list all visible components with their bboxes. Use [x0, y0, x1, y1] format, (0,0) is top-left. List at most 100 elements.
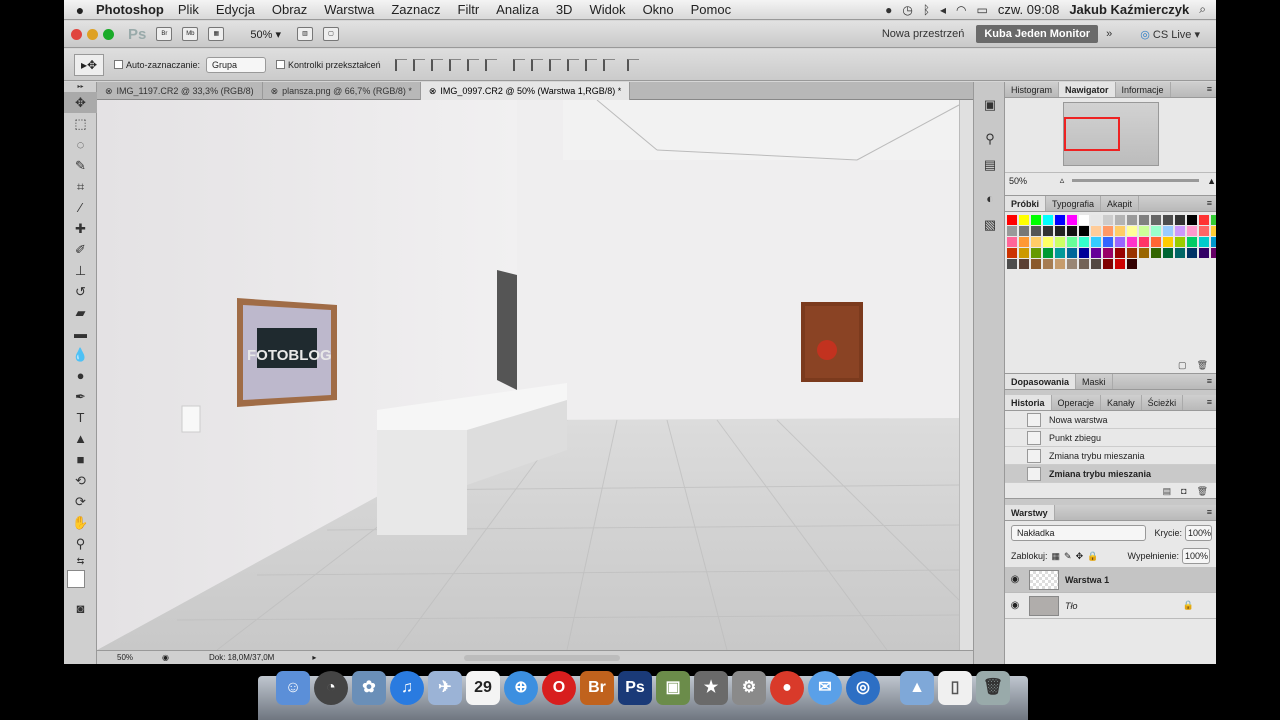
- new-swatch-icon[interactable]: ▢: [1178, 360, 1187, 371]
- swatch[interactable]: [1079, 226, 1089, 236]
- swatch[interactable]: [1007, 215, 1017, 225]
- swatch[interactable]: [1199, 248, 1209, 258]
- zoom-in-icon[interactable]: ▲: [1207, 176, 1216, 186]
- clock[interactable]: czw. 09:08: [998, 2, 1059, 17]
- swatch[interactable]: [1151, 248, 1161, 258]
- swatch[interactable]: [1007, 226, 1017, 236]
- swatch[interactable]: [1127, 259, 1137, 269]
- auto-align-layers-icon[interactable]: [626, 58, 639, 71]
- tab-layers[interactable]: Warstwy: [1005, 505, 1055, 520]
- close-tab-icon[interactable]: ⊗: [429, 86, 437, 96]
- type-tool-icon[interactable]: T: [64, 407, 97, 428]
- swatch[interactable]: [1187, 215, 1197, 225]
- image-capture-icon[interactable]: ▣: [656, 671, 690, 705]
- layer-row[interactable]: ◉ Warstwa 1: [1005, 567, 1216, 593]
- swatch[interactable]: [1103, 226, 1113, 236]
- doc-tab[interactable]: ⊗ plansza.png @ 66,7% (RGB/8) *: [263, 82, 421, 100]
- history-state[interactable]: Nowa warstwa: [1005, 411, 1216, 429]
- dodge-tool-icon[interactable]: ●: [64, 365, 97, 386]
- swatch[interactable]: [1175, 248, 1185, 258]
- launch-mini-bridge-button[interactable]: Mb: [182, 27, 199, 41]
- swatch[interactable]: [1007, 248, 1017, 258]
- distribute-top-icon[interactable]: [512, 58, 525, 71]
- tab-character[interactable]: Typografia: [1046, 196, 1102, 211]
- status-info-icon[interactable]: ◉: [162, 653, 169, 662]
- time-machine-icon[interactable]: ◷: [902, 3, 912, 17]
- rectangle-tool-icon[interactable]: ■: [64, 449, 97, 470]
- menu-file[interactable]: Plik: [178, 2, 199, 17]
- swatch[interactable]: [1127, 215, 1137, 225]
- blur-tool-icon[interactable]: 💧: [64, 344, 97, 365]
- canvas-vertical-scrollbar[interactable]: [959, 100, 973, 650]
- zoom-out-icon[interactable]: ▵: [1060, 175, 1065, 186]
- swatch[interactable]: [1067, 248, 1077, 258]
- align-bottom-icon[interactable]: [430, 58, 443, 71]
- history-state-current[interactable]: Zmiana trybu mieszania: [1005, 465, 1216, 483]
- tool-preset-picker[interactable]: ▸✥: [74, 53, 104, 76]
- menu-3d[interactable]: 3D: [556, 2, 573, 17]
- minimize-window-button[interactable]: [87, 28, 98, 40]
- workspace-more-button[interactable]: »: [1098, 25, 1120, 43]
- delete-swatch-icon[interactable]: 🗑: [1197, 360, 1208, 371]
- swatch[interactable]: [1031, 248, 1041, 258]
- swatch[interactable]: [1079, 248, 1089, 258]
- tab-actions[interactable]: Operacje: [1052, 395, 1102, 410]
- quick-mask-icon[interactable]: ◙: [64, 598, 97, 619]
- tab-history[interactable]: Historia: [1005, 395, 1052, 410]
- swatch[interactable]: [1163, 248, 1173, 258]
- swatch[interactable]: [1163, 237, 1173, 247]
- menu-view[interactable]: Widok: [589, 2, 625, 17]
- auto-select-checkbox[interactable]: [114, 60, 123, 69]
- eye-icon[interactable]: ◉: [1005, 600, 1025, 611]
- 3d-orbit-tool-icon[interactable]: ⟳: [64, 491, 97, 512]
- mail-icon[interactable]: ✉: [808, 671, 842, 705]
- navigator-zoom[interactable]: 50%: [1009, 176, 1060, 186]
- swatch[interactable]: [1139, 248, 1149, 258]
- system-preferences-icon[interactable]: ⚙: [732, 671, 766, 705]
- dashboard-icon[interactable]: ◔: [314, 671, 348, 705]
- swatch[interactable]: [1115, 226, 1125, 236]
- swatch[interactable]: [1139, 237, 1149, 247]
- new-document-from-state-icon[interactable]: ▤: [1163, 486, 1172, 497]
- toolbox-grip[interactable]: ▸▸: [64, 82, 97, 92]
- swatch[interactable]: [1175, 215, 1185, 225]
- view-extras-button[interactable]: ▦: [208, 27, 225, 41]
- swatch[interactable]: [1031, 226, 1041, 236]
- swatch[interactable]: [1163, 226, 1173, 236]
- healing-brush-tool-icon[interactable]: ✚: [64, 218, 97, 239]
- app-menu[interactable]: Photoshop: [96, 2, 164, 17]
- workspace-new-button[interactable]: Nowa przestrzeń: [874, 25, 973, 43]
- applications-folder-icon[interactable]: ▲: [900, 671, 934, 705]
- lock-all-icon[interactable]: 🔒: [1087, 551, 1098, 562]
- align-hcenter-icon[interactable]: [466, 58, 479, 71]
- align-vcenter-icon[interactable]: [412, 58, 425, 71]
- lock-position-icon[interactable]: ✥: [1076, 551, 1084, 562]
- opacity-input[interactable]: 100%: [1184, 525, 1212, 541]
- volume-icon[interactable]: ◂: [940, 3, 946, 17]
- distribute-right-icon[interactable]: [602, 58, 615, 71]
- user-name[interactable]: Jakub Kaźmierczyk: [1069, 2, 1189, 17]
- doc-tab-active[interactable]: ⊗ IMG_0997.CR2 @ 50% (Warstwa 1,RGB/8) *: [420, 82, 631, 100]
- panel-menu-icon[interactable]: ≡: [1207, 198, 1212, 208]
- swatch[interactable]: [1019, 259, 1029, 269]
- swatch[interactable]: [1187, 237, 1197, 247]
- 3d-rotate-tool-icon[interactable]: ⟲: [64, 470, 97, 491]
- swatch[interactable]: [1019, 226, 1029, 236]
- swatch[interactable]: [1187, 248, 1197, 258]
- zoom-level-select[interactable]: 50% ▾: [250, 28, 281, 41]
- swatch[interactable]: [1199, 226, 1209, 236]
- screen-mode-button[interactable]: ▢: [322, 27, 339, 41]
- battery-icon[interactable]: ▭: [977, 3, 988, 17]
- swatch[interactable]: [1067, 215, 1077, 225]
- menu-window[interactable]: Okno: [643, 2, 674, 17]
- eraser-tool-icon[interactable]: ▰: [64, 302, 97, 323]
- close-tab-icon[interactable]: ⊗: [105, 86, 113, 96]
- path-selection-tool-icon[interactable]: ▲: [64, 428, 97, 449]
- swatch[interactable]: [1127, 248, 1137, 258]
- photoshop-icon[interactable]: Ps: [618, 671, 652, 705]
- history-state[interactable]: Punkt zbiegu: [1005, 429, 1216, 447]
- tab-paragraph[interactable]: Akapit: [1101, 196, 1140, 211]
- bluetooth-icon[interactable]: ᛒ: [923, 3, 930, 17]
- swatch[interactable]: [1211, 226, 1216, 236]
- navigator-thumbnail[interactable]: [1062, 102, 1159, 166]
